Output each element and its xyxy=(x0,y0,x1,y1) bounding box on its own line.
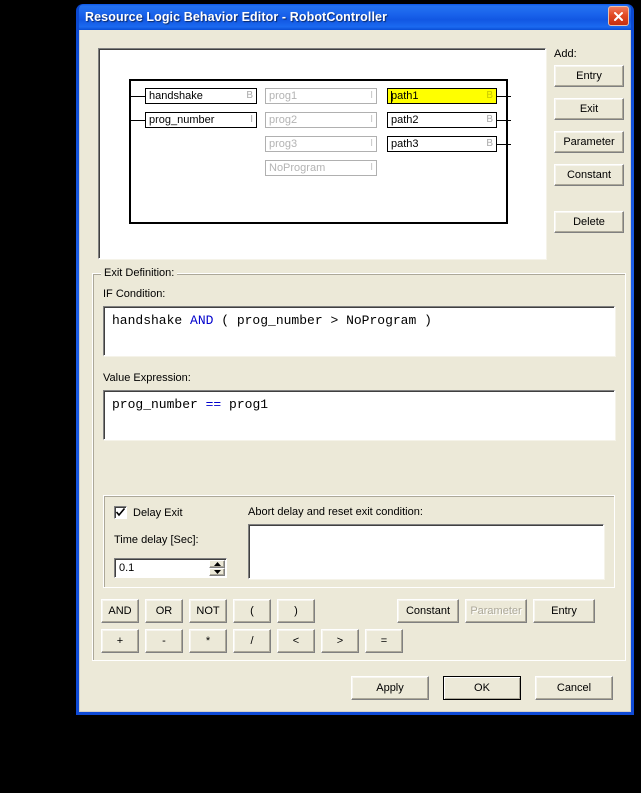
time-delay-label: Time delay [Sec]: xyxy=(114,534,199,546)
parameter-node-type: I xyxy=(370,162,373,173)
close-icon[interactable] xyxy=(608,6,629,26)
keypad-row-math: + - * / < > = xyxy=(101,629,621,655)
time-delay-spin-buttons xyxy=(209,560,225,576)
exit-node-type: B xyxy=(486,114,493,125)
abort-delay-label: Abort delay and reset exit condition: xyxy=(248,506,423,518)
exit-node[interactable]: path3 B xyxy=(387,136,511,152)
op-greater-than-button[interactable]: > xyxy=(321,629,359,653)
parameter-node-type: I xyxy=(370,90,373,101)
cancel-button[interactable]: Cancel xyxy=(535,676,613,700)
parameter-node[interactable]: NoProgram I xyxy=(265,160,377,176)
value-expression-input[interactable]: prog_number == prog1 xyxy=(103,390,615,440)
entries-column: handshake B prog_number I xyxy=(131,88,257,136)
add-label: Add: xyxy=(554,48,577,60)
delay-group: Delay Exit Time delay [Sec]: 0.1 Abort d xyxy=(103,495,615,588)
insert-constant-button[interactable]: Constant xyxy=(397,599,459,623)
if-condition-text-plain-2: ( prog_number xyxy=(213,313,331,328)
op-or-button[interactable]: OR xyxy=(145,599,183,623)
title-bar[interactable]: Resource Logic Behavior Editor - RobotCo… xyxy=(79,4,631,30)
time-delay-input[interactable]: 0.1 xyxy=(115,559,209,577)
exit-definition-legend: Exit Definition: xyxy=(101,267,178,279)
behavior-block: handshake B prog_number I prog1 I prog2 xyxy=(129,79,511,224)
ok-button[interactable]: OK xyxy=(443,676,521,700)
entry-node-label: prog_number xyxy=(149,114,215,126)
delete-button[interactable]: Delete xyxy=(554,211,624,233)
if-condition-input[interactable]: handshake AND ( prog_number > NoProgram … xyxy=(103,306,615,356)
parameter-node-label: prog2 xyxy=(269,114,298,126)
exit-node-label: path3 xyxy=(391,138,419,150)
value-expression-text-plain-1: prog_number xyxy=(112,397,206,412)
exit-node-selected[interactable]: path1 B xyxy=(387,88,511,104)
op-not-button[interactable]: NOT xyxy=(189,599,227,623)
op-close-paren-button[interactable]: ) xyxy=(277,599,315,623)
parameter-node-label: prog3 xyxy=(269,138,298,150)
dialog-client-area: handshake B prog_number I prog1 I prog2 xyxy=(79,30,631,712)
add-exit-button[interactable]: Exit xyxy=(554,98,624,120)
add-parameter-button[interactable]: Parameter xyxy=(554,131,624,153)
parameter-node-label: prog1 xyxy=(269,90,298,102)
op-and-button[interactable]: AND xyxy=(101,599,139,623)
add-constant-button[interactable]: Constant xyxy=(554,164,624,186)
insert-parameter-button: Parameter xyxy=(465,599,527,623)
parameter-node-type: I xyxy=(370,114,373,125)
time-delay-stepper[interactable]: 0.1 xyxy=(114,558,227,578)
if-condition-text-plain-1: handshake xyxy=(112,313,191,328)
window-title: Resource Logic Behavior Editor - RobotCo… xyxy=(85,10,388,24)
op-open-paren-button[interactable]: ( xyxy=(233,599,271,623)
text-caret xyxy=(391,91,392,103)
exits-column: path1 B path2 B path3 B xyxy=(387,88,511,160)
op-equals-button[interactable]: = xyxy=(365,629,403,653)
abort-delay-input[interactable] xyxy=(248,524,604,579)
op-divide-button[interactable]: / xyxy=(233,629,271,653)
dialog-footer: Apply OK Cancel xyxy=(80,676,630,706)
add-toolbar: Add: Entry Exit Parameter Constant Delet… xyxy=(554,48,626,244)
keypad-row-logic: AND OR NOT ( ) Constant Parameter Entry xyxy=(101,599,621,625)
parameters-column: prog1 I prog2 I prog3 I NoProgram I xyxy=(265,88,377,184)
value-expression-operator-eq: == xyxy=(205,397,222,412)
parameter-node-type: I xyxy=(370,138,373,149)
checkmark-icon xyxy=(116,508,125,517)
exit-node-label: path2 xyxy=(391,114,419,126)
parameter-node-label: NoProgram xyxy=(269,162,326,174)
op-multiply-button[interactable]: * xyxy=(189,629,227,653)
parameter-node[interactable]: prog2 I xyxy=(265,112,377,128)
op-less-than-button[interactable]: < xyxy=(277,629,315,653)
operator-keypad: AND OR NOT ( ) Constant Parameter Entry … xyxy=(101,599,621,657)
add-entry-button[interactable]: Entry xyxy=(554,65,624,87)
insert-entry-button[interactable]: Entry xyxy=(533,599,595,623)
exit-definition-group: Exit Definition: IF Condition: handshake… xyxy=(92,267,626,661)
parameter-node[interactable]: prog1 I xyxy=(265,88,377,104)
if-condition-operator-and: AND xyxy=(190,313,214,328)
value-expression-label: Value Expression: xyxy=(103,372,191,384)
behavior-diagram-panel[interactable]: handshake B prog_number I prog1 I prog2 xyxy=(98,48,546,259)
spinner-up-icon[interactable] xyxy=(209,560,225,568)
exit-node-type: B xyxy=(486,138,493,149)
if-condition-label: IF Condition: xyxy=(103,288,166,300)
entry-node[interactable]: handshake B xyxy=(131,88,257,104)
exit-node-type: B xyxy=(486,90,493,101)
delay-exit-label: Delay Exit xyxy=(133,506,183,519)
value-expression-text-plain-2: prog1 xyxy=(221,397,269,412)
exit-node-label: path1 xyxy=(391,90,419,102)
exit-node[interactable]: path2 B xyxy=(387,112,511,128)
entry-node-label: handshake xyxy=(149,90,203,102)
parameter-node[interactable]: prog3 I xyxy=(265,136,377,152)
delay-exit-checkbox[interactable] xyxy=(114,506,127,519)
entry-node-type: I xyxy=(250,114,253,125)
op-minus-button[interactable]: - xyxy=(145,629,183,653)
apply-button[interactable]: Apply xyxy=(351,676,429,700)
if-condition-text-plain-3: NoProgram ) xyxy=(338,313,432,328)
spinner-down-icon[interactable] xyxy=(209,568,225,576)
entry-node-type: B xyxy=(246,90,253,101)
entry-node[interactable]: prog_number I xyxy=(131,112,257,128)
op-plus-button[interactable]: + xyxy=(101,629,139,653)
delay-exit-checkbox-row[interactable]: Delay Exit xyxy=(114,506,183,519)
dialog-window: Resource Logic Behavior Editor - RobotCo… xyxy=(76,4,634,715)
